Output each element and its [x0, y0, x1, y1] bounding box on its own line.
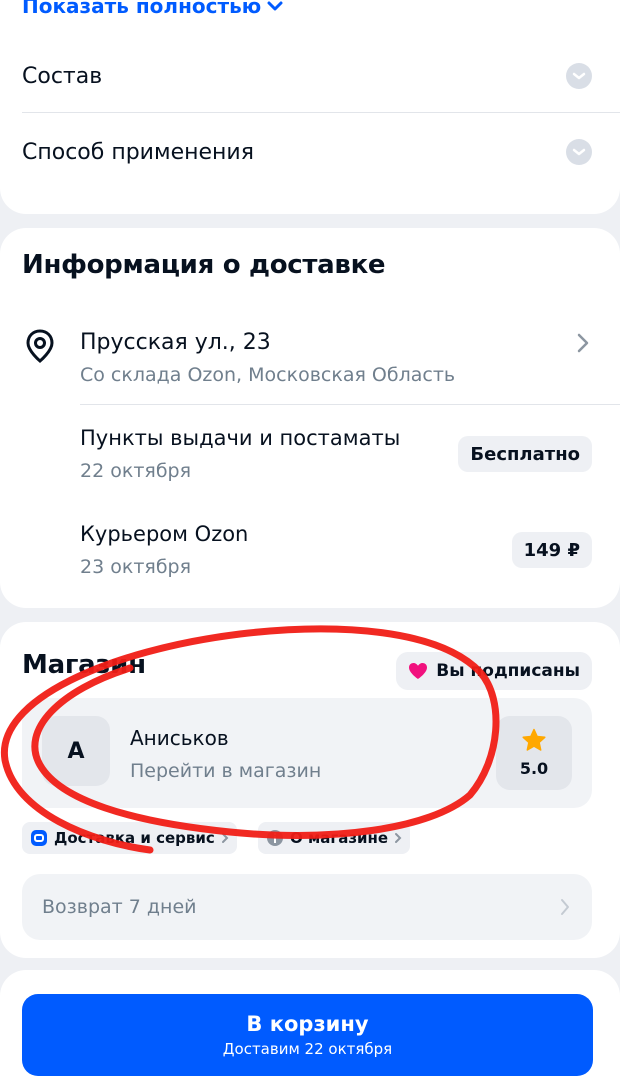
add-to-cart-button[interactable]: В корзину Доставим 22 октября: [22, 994, 593, 1076]
return-policy-row[interactable]: Возврат 7 дней: [22, 874, 592, 940]
option-date: 22 октября: [80, 460, 192, 482]
add-to-cart-label: В корзину: [246, 1012, 369, 1036]
seller-row[interactable]: А Аниськов Перейти в магазин 5.0: [22, 698, 592, 808]
rating-value: 5.0: [519, 759, 549, 778]
delivery-date-label: Доставим 22 октября: [222, 1040, 393, 1058]
chevron-right-icon: [395, 833, 402, 843]
chevron-right-icon: [577, 333, 589, 353]
divider: [80, 404, 620, 405]
chip-label: Доставка и сервис: [54, 829, 215, 847]
delivery-address: Прусская ул., 23: [80, 330, 271, 355]
location-pin-icon: [26, 329, 54, 363]
heart-icon: [409, 663, 428, 679]
chevron-down-icon: [566, 63, 592, 89]
box-icon: [31, 830, 47, 846]
delivery-warehouse: Со склада Ozon, Московская Область: [80, 364, 456, 386]
chip-about-store[interactable]: О магазине: [258, 822, 411, 854]
accordion-label: Способ применения: [22, 139, 254, 165]
divider: [22, 112, 620, 113]
return-policy-label: Возврат 7 дней: [42, 896, 197, 918]
show-more-link[interactable]: Показать полностью: [22, 0, 283, 18]
delivery-card: Информация о доставке Прусская ул., 23 С…: [0, 228, 620, 608]
subscribe-button[interactable]: Вы подписаны: [396, 652, 592, 690]
store-card: Магазин Вы подписаны А Аниськов Перейти …: [0, 622, 620, 958]
chevron-right-icon: [561, 899, 569, 915]
chevron-down-icon: [566, 139, 592, 165]
star-icon: [522, 728, 546, 751]
subscribe-label: Вы подписаны: [436, 661, 580, 681]
bottom-bar: В корзину Доставим 22 октября: [0, 970, 620, 1080]
show-more-label: Показать полностью: [22, 0, 262, 18]
seller-rating: 5.0: [496, 716, 572, 790]
chevron-right-icon: [221, 833, 229, 843]
chevron-down-icon: [267, 1, 283, 11]
go-to-store-link[interactable]: Перейти в магазин: [130, 760, 321, 782]
store-title: Магазин: [22, 650, 146, 680]
seller-avatar: А: [42, 716, 110, 786]
delivery-title: Информация о доставке: [22, 250, 386, 280]
accordion-label: Состав: [22, 63, 103, 89]
product-details-card: Показать полностью Состав Способ примене…: [0, 0, 620, 214]
accordion-composition[interactable]: Состав: [22, 38, 620, 114]
seller-name: Аниськов: [130, 726, 229, 750]
chip-label: О магазине: [290, 829, 389, 847]
info-icon: [267, 830, 283, 846]
option-date: 23 октября: [80, 556, 192, 578]
option-price-badge: 149 ₽: [511, 532, 592, 568]
accordion-usage[interactable]: Способ применения: [22, 114, 620, 190]
option-price-badge: Бесплатно: [458, 436, 592, 472]
option-title: Пункты выдачи и постаматы: [80, 426, 401, 450]
chip-delivery-service[interactable]: Доставка и сервис: [22, 822, 237, 854]
option-title: Курьером Ozon: [80, 522, 249, 546]
